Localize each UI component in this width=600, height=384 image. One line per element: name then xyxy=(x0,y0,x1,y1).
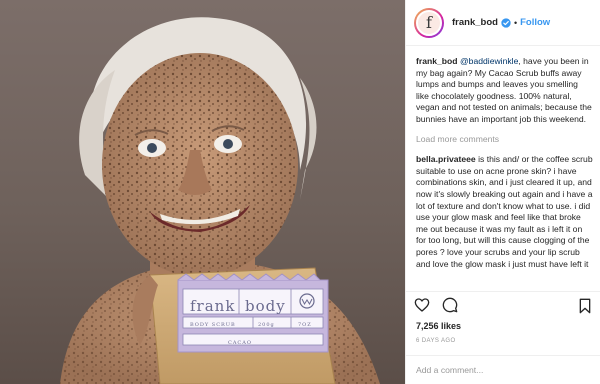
caption-text: , have you been in my bag again? My Caca… xyxy=(416,56,592,124)
action-bar xyxy=(406,291,600,317)
product-line-text: BODY SCRUB xyxy=(190,322,236,328)
product-weight2-text: 7OZ xyxy=(298,322,312,328)
bookmark-icon[interactable] xyxy=(577,298,593,314)
product-brand-text: frank xyxy=(190,297,236,315)
load-more-comments-link[interactable]: Load more comments xyxy=(416,134,593,146)
post-timestamp[interactable]: 6 DAYS AGO xyxy=(416,338,456,344)
instagram-post: frank body BODY SCRUB 200g 7OZ CACAO f f… xyxy=(0,0,600,384)
comment-text: is this and/ or the coffee scrub suitabl… xyxy=(416,154,593,269)
add-comment-input[interactable] xyxy=(416,365,586,375)
post-photo[interactable]: frank body BODY SCRUB 200g 7OZ CACAO xyxy=(0,0,405,384)
comments-list[interactable]: frank_bod @baddiewinkle, have you been i… xyxy=(406,47,600,291)
post-side-panel: f frank_bod • Follow frank_bod @baddiewi… xyxy=(405,0,600,384)
list-item: bella.privateee is this and/ or the coff… xyxy=(416,154,593,270)
verified-badge-icon xyxy=(501,17,511,28)
product-brand2-text: body xyxy=(245,297,286,315)
avatar[interactable]: f xyxy=(414,7,444,38)
follow-button[interactable]: Follow xyxy=(520,17,550,28)
likes-count[interactable]: 7,256 likes xyxy=(416,321,461,331)
add-comment-bar xyxy=(406,355,600,384)
separator-dot: • xyxy=(513,17,518,28)
product-weight-text: 200g xyxy=(258,322,275,328)
header-username-link[interactable]: frank_bod xyxy=(452,17,498,28)
comment-bubble-icon[interactable] xyxy=(442,297,458,313)
caption-mention-link[interactable]: @baddiewinkle xyxy=(460,56,518,66)
product-flavor-text: CACAO xyxy=(228,340,252,346)
comment-username-link[interactable]: bella.privateee xyxy=(416,154,476,164)
avatar-letter: f xyxy=(416,9,442,36)
post-header: f frank_bod • Follow xyxy=(406,0,600,46)
heart-icon[interactable] xyxy=(414,297,430,313)
caption-comment: frank_bod @baddiewinkle, have you been i… xyxy=(416,56,593,126)
caption-username-link[interactable]: frank_bod xyxy=(416,56,458,66)
